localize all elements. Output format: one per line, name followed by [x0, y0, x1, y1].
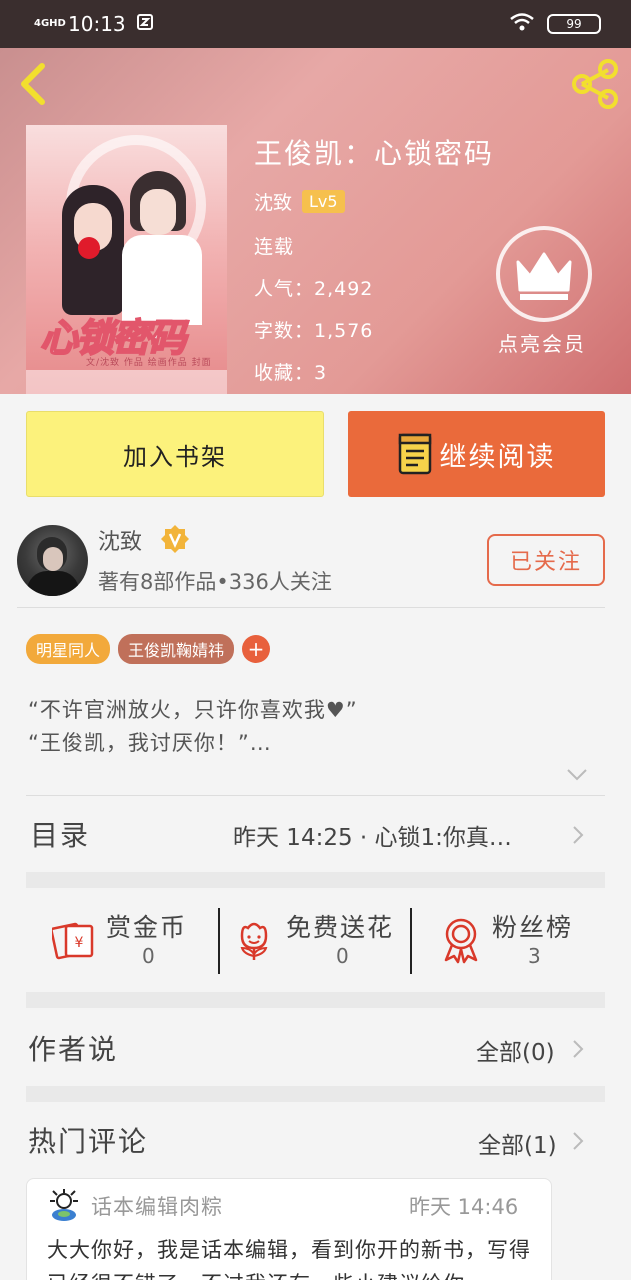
status-bar: 4GHD 10:13 99 [0, 0, 631, 48]
reward-label: 粉丝榜 [492, 913, 574, 942]
intro-line: “王俊凯，我讨厌你！”… [28, 731, 272, 755]
share-icon [572, 59, 618, 109]
intro-line: “不许官洲放火，只许你喜欢我♥” [28, 698, 358, 722]
reward-label: 赏金币 [106, 913, 188, 942]
author-name[interactable]: 沈致 [98, 524, 142, 556]
back-button[interactable] [14, 60, 54, 108]
book-icon [398, 433, 431, 475]
comment-card[interactable]: 话本编辑肉粽 昨天 14:46 大大你好，我是话本编辑，看到你开的新书，写得已经… [26, 1178, 552, 1280]
tag-item[interactable]: 王俊凯鞠婧祎 [118, 634, 235, 664]
section-separator [26, 992, 605, 1008]
share-button[interactable] [570, 58, 622, 110]
hot-comments-label: 热门评论 [28, 1125, 149, 1158]
flower-icon [240, 922, 268, 960]
hot-comments-all: 全部(1) [478, 1133, 557, 1159]
avatar[interactable] [17, 525, 88, 596]
section-separator [26, 1086, 605, 1102]
level-badge: Lv5 [302, 190, 345, 213]
divider [17, 607, 605, 608]
continue-reading-label: 继续阅读 [439, 441, 556, 473]
vip-button[interactable] [496, 226, 592, 322]
verified-icon [161, 525, 189, 553]
chevron-right-icon [573, 1040, 584, 1058]
cover-decoration [26, 370, 227, 394]
book-header: 心锁密码 文/沈致 作品 绘画作品 封面 王俊凯：心锁密码 沈致 Lv5 连载 … [0, 48, 631, 394]
author-says-label: 作者说 [28, 1033, 119, 1066]
chevron-left-icon [21, 63, 45, 105]
book-status: 连载 [254, 236, 295, 258]
add-tag-button[interactable]: + [242, 635, 271, 663]
svg-text:¥: ¥ [75, 935, 84, 951]
tag-list: 明星同人 王俊凯鞠婧祎 + [26, 634, 271, 664]
follow-button[interactable]: 已关注 [487, 534, 605, 586]
author-says-all: 全部(0) [476, 1040, 555, 1066]
commenter-name[interactable]: 话本编辑肉粽 [91, 1191, 223, 1221]
battery-indicator: 99 [547, 14, 601, 34]
send-flower-button[interactable]: 免费送花 0 [220, 904, 410, 976]
commenter-avatar-icon [48, 1189, 80, 1222]
reward-count: 0 [142, 944, 155, 968]
vip-label[interactable]: 点亮会员 [498, 328, 586, 357]
section-separator [26, 872, 605, 888]
chevron-right-icon [573, 1132, 584, 1150]
book-title: 王俊凯：心锁密码 [254, 137, 495, 170]
reward-coins-button[interactable]: ¥ 赏金币 0 [26, 904, 218, 976]
red-envelope-icon: ¥ [52, 922, 94, 960]
wifi-icon [509, 12, 535, 36]
chevron-down-icon[interactable] [566, 768, 588, 782]
cover-subtitle: 文/沈致 作品 绘画作品 封面 [86, 358, 212, 368]
award-ribbon-icon [444, 918, 478, 964]
reward-row: ¥ 赏金币 0 免费送花 0 粉丝榜 3 [26, 904, 605, 976]
reward-count: 3 [528, 944, 541, 968]
book-word-count: 字数：1,576 [254, 320, 374, 342]
continue-reading-button[interactable]: 继续阅读 [348, 411, 605, 497]
network-indicator: 4GHD [34, 18, 66, 29]
divider [26, 795, 605, 796]
book-author[interactable]: 沈致 [254, 188, 292, 215]
cover-title: 心锁密码 [39, 315, 187, 361]
reward-count: 0 [336, 944, 349, 968]
book-author-line: 沈致 Lv5 [254, 188, 345, 215]
chevron-right-icon [573, 826, 584, 844]
notification-icon [136, 13, 154, 35]
author-card: 沈致 著有8部作品•336人关注 已关注 [0, 510, 631, 610]
comment-time: 昨天 14:46 [409, 1195, 519, 1219]
catalog-label: 目录 [30, 819, 91, 852]
reward-label: 免费送花 [286, 913, 395, 942]
book-favorites: 收藏：3 [254, 362, 328, 384]
tag-item[interactable]: 明星同人 [26, 634, 111, 664]
add-to-shelf-label: 加入书架 [123, 442, 227, 471]
book-popularity: 人气：2,492 [254, 278, 374, 300]
avatar-figure [27, 571, 79, 596]
comment-text: 大大你好，我是话本编辑，看到你开的新书，写得已经很不错了，不过我还有一些小建议给… [47, 1238, 531, 1280]
book-cover[interactable]: 心锁密码 文/沈致 作品 绘画作品 封面 [26, 125, 227, 394]
avatar-figure [43, 547, 63, 571]
clock: 10:13 [68, 12, 126, 36]
latest-chapter: 昨天 14:25 · 心锁1:你真… [233, 825, 512, 851]
fan-ranking-button[interactable]: 粉丝榜 3 [412, 904, 605, 976]
cover-figure [140, 189, 176, 235]
add-to-shelf-button[interactable]: 加入书架 [26, 411, 324, 497]
book-intro[interactable]: “不许官洲放火，只许你喜欢我♥” “王俊凯，我讨厌你！”… [28, 694, 358, 760]
rose-icon [78, 237, 100, 259]
crown-icon [516, 252, 572, 300]
author-meta: 著有8部作品•336人关注 [98, 570, 332, 594]
